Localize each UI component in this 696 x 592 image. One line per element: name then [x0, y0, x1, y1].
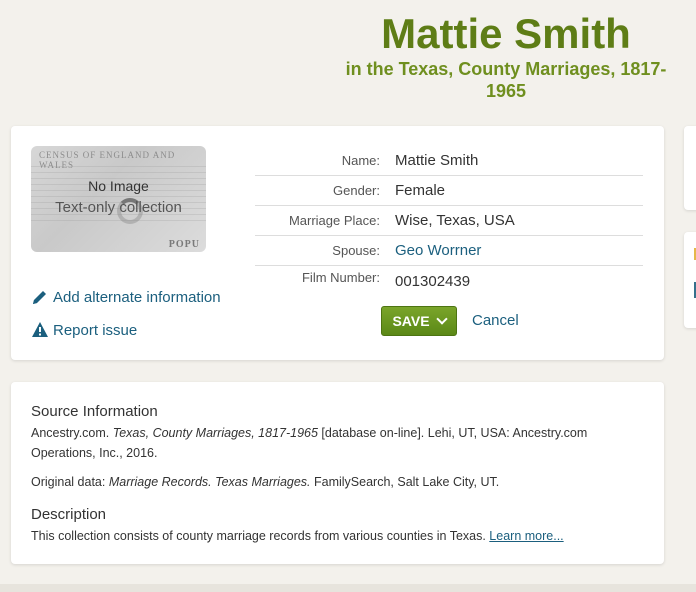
- side-panel-card: [684, 232, 696, 328]
- page-subtitle: in the Texas, County Marriages, 1817-196…: [345, 59, 667, 101]
- record-image-thumbnail[interactable]: CENSUS OF ENGLAND AND WALES POPU No Imag…: [31, 146, 206, 252]
- record-card: CENSUS OF ENGLAND AND WALES POPU No Imag…: [11, 126, 664, 360]
- side-panel-card: [684, 126, 696, 210]
- description-heading: Description: [31, 506, 107, 523]
- original-prefix: Original data:: [31, 475, 109, 489]
- citation-title: Texas, County Marriages, 1817-1965: [112, 426, 318, 440]
- field-label: Spouse:: [332, 243, 380, 258]
- save-button[interactable]: SAVE: [381, 306, 457, 336]
- field-row-name: Name: Mattie Smith: [255, 146, 643, 176]
- description-text: This collection consists of county marri…: [31, 526, 631, 546]
- thumbnail-popu-text: POPU: [168, 239, 200, 250]
- field-row-film-number: Film Number: 001302439: [255, 266, 643, 296]
- footer-divider: [0, 584, 696, 592]
- save-button-label: SAVE: [392, 313, 430, 329]
- description-body: This collection consists of county marri…: [31, 529, 490, 543]
- page-title: Mattie Smith: [381, 10, 631, 57]
- add-alternate-info-label: Add alternate information: [53, 288, 221, 306]
- cancel-button[interactable]: Cancel: [472, 312, 519, 329]
- field-value: Wise, Texas, USA: [395, 212, 515, 229]
- original-title: Marriage Records. Texas Marriages.: [108, 475, 311, 489]
- field-row-spouse: Spouse: Geo Worrner: [255, 236, 643, 266]
- field-label: Name:: [341, 153, 380, 168]
- page-header: Mattie Smith in the Texas, County Marria…: [326, 10, 686, 102]
- report-issue-link[interactable]: Report issue: [31, 321, 137, 339]
- source-citation: Ancestry.com. Texas, County Marriages, 1…: [31, 423, 631, 463]
- text-only-label: Text-only collection: [55, 199, 182, 216]
- record-fields: Name: Mattie Smith Gender: Female Marria…: [255, 146, 643, 296]
- no-image-label: No Image: [88, 178, 149, 194]
- pencil-icon: [31, 288, 49, 306]
- source-card: Source Information Ancestry.com. Texas, …: [11, 382, 664, 564]
- field-value: Female: [395, 182, 446, 199]
- report-issue-label: Report issue: [53, 321, 138, 339]
- field-row-marriage-place: Marriage Place: Wise, Texas, USA: [255, 206, 643, 236]
- original-suffix: FamilySearch, Salt Lake City, UT.: [310, 475, 500, 489]
- citation-prefix: Ancestry.com.: [31, 426, 113, 440]
- warning-icon: [31, 321, 49, 339]
- field-label: Gender:: [333, 183, 380, 198]
- spouse-link[interactable]: Geo Worrner: [395, 242, 481, 259]
- field-label: Marriage Place:: [288, 213, 380, 228]
- field-row-gender: Gender: Female: [255, 176, 643, 206]
- add-alternate-info-link[interactable]: Add alternate information: [31, 288, 221, 306]
- chevron-down-icon: [435, 313, 448, 325]
- field-label: Film Number:: [301, 270, 380, 285]
- field-value: 001302439: [395, 273, 471, 290]
- source-information-heading: Source Information: [31, 403, 158, 420]
- field-value: Mattie Smith: [395, 152, 479, 169]
- learn-more-link[interactable]: Learn more...: [489, 529, 563, 543]
- original-data: Original data: Marriage Records. Texas M…: [31, 472, 631, 492]
